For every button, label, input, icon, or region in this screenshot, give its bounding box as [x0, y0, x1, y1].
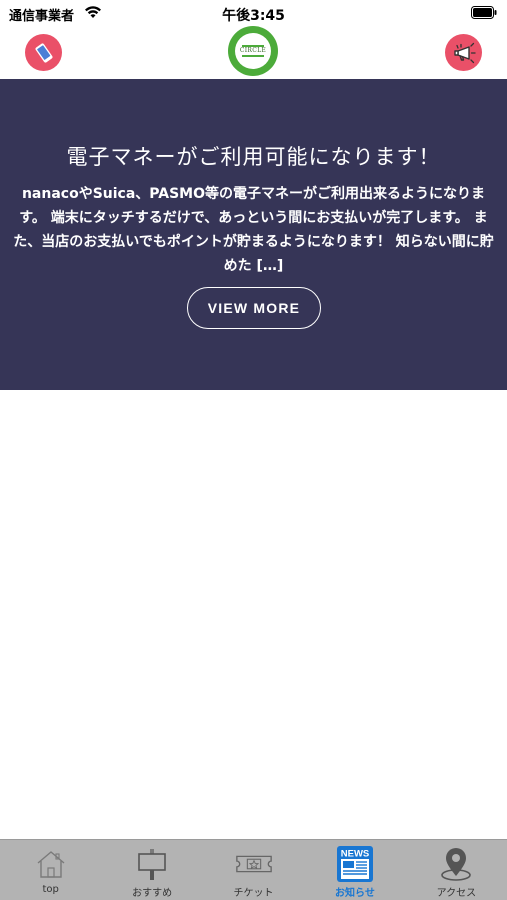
news-excerpt: nanacoやSuica、PASMO等の電子マネーがご利用出来るようになります。…	[13, 186, 494, 274]
megaphone-icon	[453, 42, 476, 63]
tab-access[interactable]: アクセス	[406, 840, 507, 900]
tab-label-top: top	[42, 884, 59, 895]
announcement-button[interactable]	[445, 34, 482, 71]
tab-top[interactable]: top	[0, 840, 101, 900]
tab-label-news: お知らせ	[335, 888, 375, 899]
phone-button[interactable]	[25, 34, 62, 71]
tab-news[interactable]: NEWS お知らせ	[304, 840, 405, 900]
logo-text: CIRCLE	[239, 47, 267, 54]
logo-badge: CIRCLE	[235, 33, 271, 69]
map-pin-icon	[441, 848, 472, 881]
signboard-icon	[138, 849, 166, 880]
tab-bar: top おすすめ チケット NEWS お知らせ アクセス	[0, 839, 507, 900]
status-bar: 通信事業者 午後3:45	[0, 0, 507, 26]
tab-ticket[interactable]: チケット	[203, 840, 304, 900]
app-screen: 通信事業者 午後3:45 CIRCLE 電子マネーがご利用可能になります！ na…	[0, 0, 507, 900]
news-title: 電子マネーがご利用可能になります！	[66, 145, 441, 169]
battery-icon	[471, 6, 497, 19]
tab-label-recommend: おすすめ	[132, 888, 173, 899]
app-header: CIRCLE	[0, 26, 507, 78]
logo-stripe-bottom	[242, 55, 264, 57]
shop-logo[interactable]: CIRCLE	[228, 26, 278, 76]
news-card: 電子マネーがご利用可能になります！ nanacoやSuica、PASMO等の電子…	[0, 79, 507, 390]
status-time: 午後3:45	[222, 8, 285, 24]
news-icon-text: NEWS	[341, 849, 370, 860]
ticket-icon	[235, 855, 272, 873]
tab-recommend[interactable]: おすすめ	[101, 840, 202, 900]
view-more-button[interactable]: VIEW MORE	[187, 287, 321, 329]
tab-label-access: アクセス	[436, 888, 477, 899]
tab-label-ticket: チケット	[233, 888, 274, 899]
news-icon: NEWS	[336, 846, 373, 882]
home-icon	[37, 851, 65, 878]
phone-icon	[35, 43, 52, 62]
